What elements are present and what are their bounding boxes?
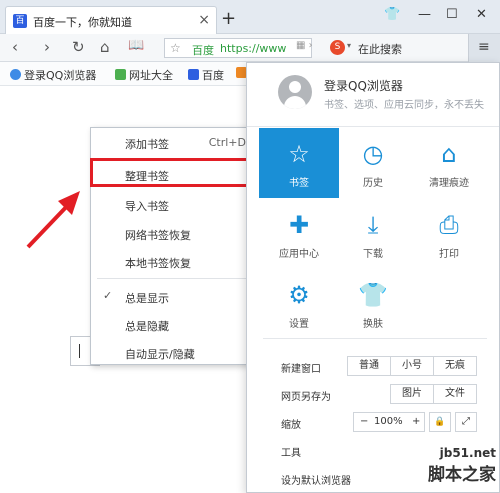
zoom-out-button[interactable]: − [360,413,368,431]
address-extra-icons[interactable]: ▦ › [296,40,313,51]
baidu-favicon-icon: 百 [13,14,27,28]
menu-item-import-bookmarks[interactable]: 导入书签 [91,194,256,216]
tab-title: 百度一下，你就知道 [33,16,132,29]
shortcut-label: Ctrl+D [208,136,246,149]
grid-item-print[interactable]: ⎙ 打印 [409,199,489,269]
search-placeholder[interactable]: 在此搜索 [358,41,402,57]
checkmark-icon: ✓ [103,289,113,302]
new-window-private-button[interactable]: 无痕 [433,356,477,376]
minimize-button[interactable]: — [418,7,431,22]
panel-divider [263,338,487,339]
new-tab-button[interactable]: + [221,8,236,29]
clock-icon: ◷ [362,140,384,168]
bookmark-item[interactable]: 网址大全 [115,67,173,83]
home-button[interactable]: ⌂ [100,38,110,56]
row-zoom: 缩放 − 100% + 🔒 ⤢ [247,409,499,437]
zoom-in-button[interactable]: + [412,413,420,431]
main-menu-panel: 登录QQ浏览器 书签、选项、应用云同步，永不丢失 ☆ 书签 ◷ 历史 ⌂ 清理痕… [246,62,500,493]
save-as-image-button[interactable]: 图片 [390,384,434,404]
gear-icon: ⚙ [288,281,310,309]
lock-icon[interactable]: 🔒 [429,412,451,432]
download-icon: ⤓ [367,211,379,239]
menu-icon: ≡ [478,39,490,55]
account-section[interactable]: 登录QQ浏览器 书签、选项、应用云同步，永不丢失 [247,63,499,127]
site-name: 百度 [192,44,214,57]
grid-item-download[interactable]: ⤓ 下载 [333,199,413,269]
printer-icon: ⎙ [439,211,459,239]
zoom-value: 100% [374,416,403,427]
bookmark-item[interactable]: 登录QQ浏览器 [10,67,96,83]
red-arrow-annotation [26,191,80,249]
qq-icon [10,69,21,80]
grid-item-settings[interactable]: ⚙ 设置 [259,269,339,339]
zoom-control: − 100% + [353,412,425,432]
menu-item-auto-show-hide[interactable]: 自动显示/隐藏 [91,342,256,364]
tab-baidu[interactable]: 百 百度一下，你就知道 × [5,6,217,34]
login-subtitle: 书签、选项、应用云同步，永不丢失 [324,100,484,111]
maximize-button[interactable]: ☐ [446,7,458,22]
puzzle-icon: ✚ [288,211,310,239]
grid-item-bookmarks[interactable]: ☆ 书签 [259,128,339,198]
watermark: jb51.net 脚本之家 [428,446,496,485]
grid-item-app-center[interactable]: ✚ 应用中心 [259,199,339,269]
grid-item-clear-traces[interactable]: ⌂ 清理痕迹 [409,128,489,198]
save-as-file-button[interactable]: 文件 [433,384,477,404]
grid-item-history[interactable]: ◷ 历史 [333,128,413,198]
tab-bar: 百 百度一下，你就知道 × + 👕 — ☐ ✕ [0,0,500,34]
avatar[interactable] [278,75,312,109]
broom-icon: ⌂ [441,140,457,168]
close-window-button[interactable]: ✕ [476,7,487,22]
hao123-icon [115,69,126,80]
reader-icon[interactable]: 📖 [128,38,144,53]
bookmark-star-icon[interactable]: ☆ [170,41,181,55]
chevron-down-icon[interactable]: ▾ [347,41,351,50]
login-title[interactable]: 登录QQ浏览器 [324,77,403,94]
menu-divider [97,278,250,279]
skin-icon[interactable]: 👕 [384,7,400,22]
menu-item-add-bookmark[interactable]: 添加书签 Ctrl+D [91,132,256,154]
new-window-normal-button[interactable]: 普通 [347,356,391,376]
back-button[interactable]: ‹ [12,38,18,56]
refresh-button[interactable]: ↻ [72,38,85,56]
search-engine-icon[interactable]: S [330,40,345,55]
search-box[interactable]: S ▾ 在此搜索 [330,38,458,58]
menu-item-cloud-restore[interactable]: 网络书签恢复 [91,223,256,245]
new-window-small-button[interactable]: 小号 [390,356,434,376]
row-new-window: 新建窗口 普通 小号 无痕 [247,353,499,381]
highlight-box-annotation [90,158,258,187]
main-menu-button[interactable]: ≡ [468,34,500,62]
url-text[interactable]: https://www [220,42,286,55]
row-save-as: 网页另存为 图片 文件 [247,381,499,409]
menu-item-local-restore[interactable]: 本地书签恢复 [91,251,256,273]
tab-close-icon[interactable]: × [198,12,210,28]
menu-item-always-show[interactable]: ✓ 总是显示 [91,286,256,308]
forward-button[interactable]: › [44,38,50,56]
fullscreen-icon[interactable]: ⤢ [455,412,477,432]
address-bar[interactable]: ☆ 百度 https://www [164,38,312,58]
grid-item-skin[interactable]: 👕 换肤 [333,269,413,339]
shirt-icon: 👕 [358,281,388,309]
baidu-icon [188,69,199,80]
navigation-toolbar: ‹ › ↻ ⌂ 📖 ☆ 百度 https://www ▦ › S ▾ 在此搜索 [0,34,500,62]
menu-item-always-hide[interactable]: 总是隐藏 [91,314,256,336]
bookmark-item[interactable]: 百度 [188,67,224,83]
star-icon: ☆ [288,140,310,168]
